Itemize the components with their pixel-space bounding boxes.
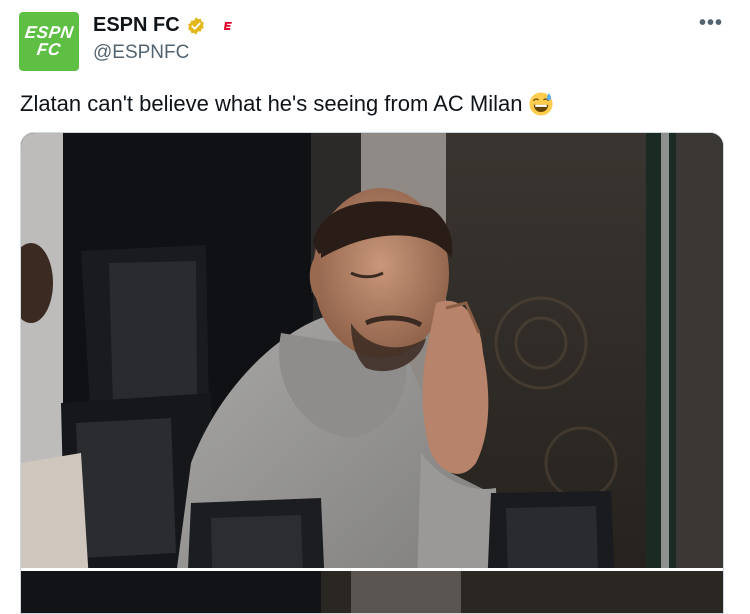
author-handle[interactable]: @ESPNFC <box>93 42 189 64</box>
author-name-row: ESPN FC <box>93 14 236 37</box>
media-grid-divider <box>21 568 723 571</box>
grinning-sweat-emoji-icon <box>529 92 553 116</box>
tweet-text: Zlatan can't believe what he's seeing fr… <box>20 90 554 118</box>
verified-badge-icon <box>187 16 204 35</box>
affiliate-logo-icon[interactable] <box>220 18 236 34</box>
tweet-media-photo[interactable] <box>20 132 724 614</box>
author-display-name[interactable]: ESPN FC <box>93 14 180 37</box>
avatar-logo-line2: FC <box>35 39 63 59</box>
tweet-body: Zlatan can't believe what he's seeing fr… <box>20 91 523 116</box>
photo-image <box>21 133 723 613</box>
author-avatar[interactable]: ESPN FC <box>19 12 79 71</box>
more-options-button[interactable]: ••• <box>699 12 723 35</box>
